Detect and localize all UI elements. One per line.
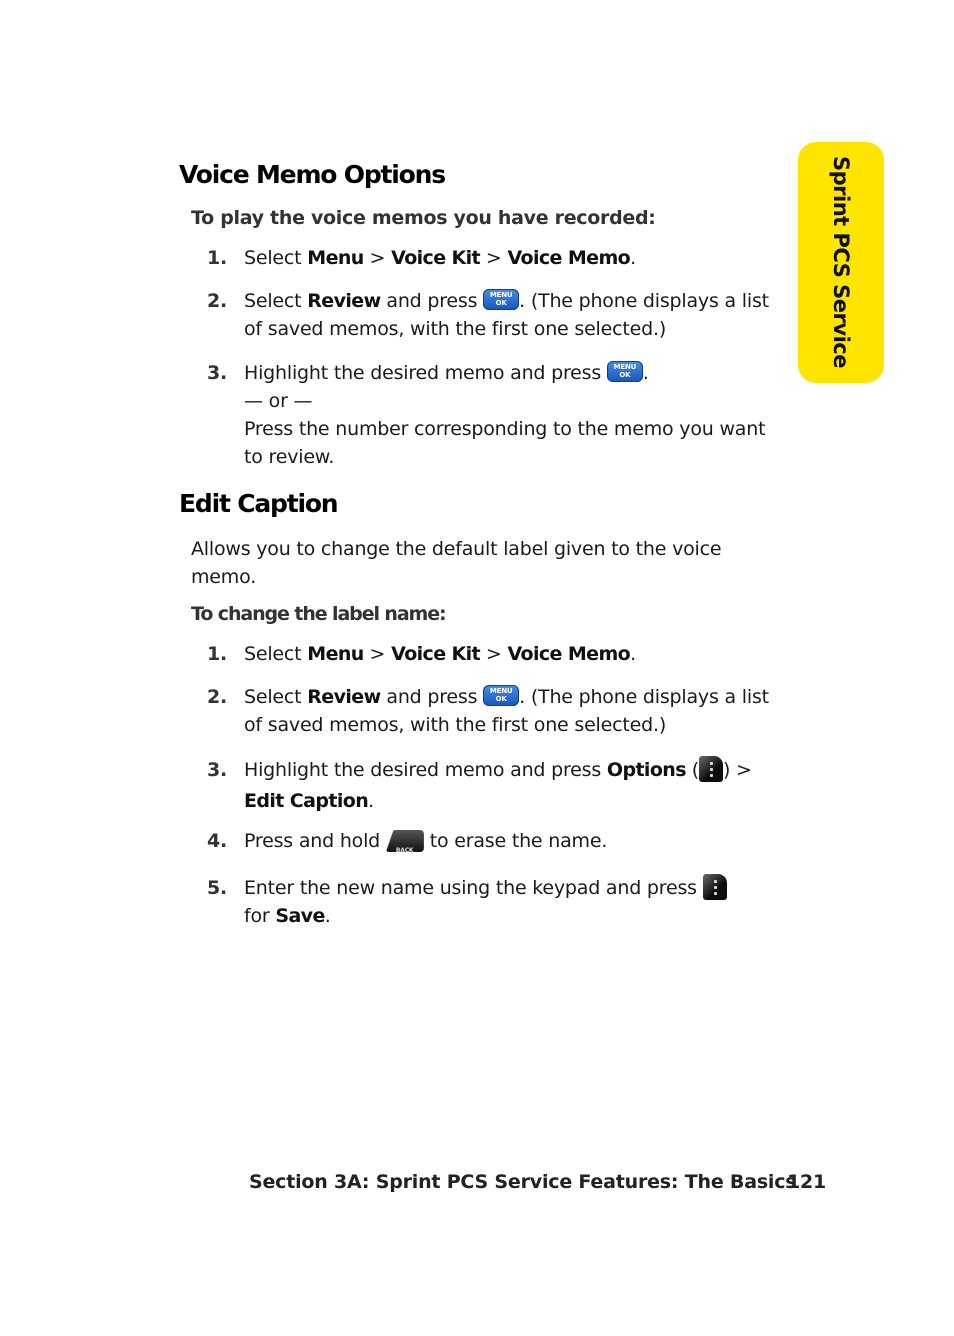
section-description: Allows you to change the default label g… [191,538,722,588]
menu-path-item: Voice Kit [391,643,481,665]
section-heading-edit-caption: Edit Caption [179,489,339,518]
section-heading-voice-memo-options: Voice Memo Options [179,160,446,189]
right-softkey-icon [702,874,727,900]
step: 2. Select Review and press MENU OK. (The … [207,683,787,739]
section-intro: To play the voice memos you have recorde… [191,207,656,229]
menu-path-item: Menu [307,247,364,269]
step: 5. Enter the new name using the keypad a… [207,874,787,930]
page-number: 121 [787,1171,827,1193]
option-name: Edit Caption [244,790,369,812]
step: 2. Select Review and press MENU OK. (The … [207,287,787,343]
step-number: 5. [207,877,228,899]
footer-section-title: Section 3A: Sprint PCS Service Features:… [249,1171,797,1193]
back-key-icon: BACK [385,830,424,852]
menu-path-item: Menu [307,643,364,665]
step-number: 1. [207,247,228,269]
option-name: Review [307,686,381,708]
step: 3. Highlight the desired memo and press … [207,755,787,817]
step: 3. Highlight the desired memo and press … [207,359,787,471]
step: 1. Select Menu > Voice Kit > Voice Memo. [207,640,787,668]
menu-path-item: Voice Kit [391,247,481,269]
menu-ok-key-icon: MENU OK [483,289,520,310]
options-softkey-icon [699,756,723,782]
menu-path-item: Voice Memo [507,643,631,665]
step: 4. Press and hold BACK to erase the name… [207,827,787,855]
step-number: 2. [207,686,228,708]
step-number: 1. [207,643,228,665]
step-number: 4. [207,830,228,852]
side-tab-label: Sprint PCS Service [829,156,853,368]
step-number: 2. [207,290,228,312]
menu-path-item: Voice Memo [507,247,631,269]
menu-ok-key-icon: MENU OK [483,685,520,706]
manual-page: Sprint PCS Service Voice Memo Options To… [0,0,954,1336]
step-number: 3. [207,759,228,781]
step-number: 3. [207,362,228,384]
menu-ok-key-icon: MENU OK [606,361,643,382]
option-name: Review [307,290,381,312]
option-name: Options [606,759,687,781]
step: 1. Select Menu > Voice Kit > Voice Memo. [207,244,787,272]
section-intro: To change the label name: [191,603,447,625]
option-name: Save [275,905,325,927]
or-separator: — or — [244,390,313,412]
